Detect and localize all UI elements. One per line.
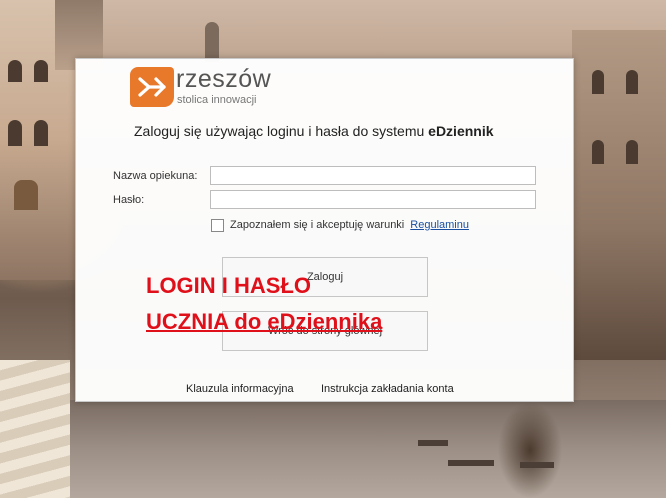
terms-checkbox[interactable] — [211, 219, 224, 232]
overlay-annotation-line1: LOGIN I HASŁO — [146, 273, 311, 298]
background-window — [592, 140, 604, 164]
background-window — [14, 180, 38, 210]
login-heading-system: eDziennik — [428, 123, 494, 139]
background-umbrella — [0, 360, 70, 498]
rzeszow-logo-icon — [130, 67, 174, 107]
guardian-name-label: Nazwa opiekuna: — [113, 170, 198, 182]
overlay-annotation-line2: UCZNIA do eDziennika — [146, 309, 383, 334]
background-spire — [205, 22, 219, 62]
login-heading-text: Zaloguj się używając loginu i hasła do s… — [134, 123, 429, 139]
background-window — [592, 70, 604, 94]
logo-name: rzeszów — [176, 65, 272, 93]
terms-link[interactable]: Regulaminu — [410, 219, 469, 231]
password-input[interactable] — [210, 190, 536, 209]
background-window — [626, 70, 638, 94]
login-dialog: rzeszów stolica innowacji Zaloguj się uż… — [75, 58, 574, 402]
rzeszow-logo: rzeszów stolica innowacji — [130, 65, 290, 111]
background-bench — [520, 462, 554, 468]
background-window — [34, 120, 48, 146]
background-building-right — [572, 30, 666, 360]
background-bench — [418, 440, 448, 446]
terms-label: Zapoznałem się i akceptuję warunki — [230, 219, 405, 231]
privacy-clause-link[interactable]: Klauzula informacyjna — [186, 383, 294, 395]
terms-row: Zapoznałem się i akceptuję warunki Regula… — [230, 219, 469, 231]
guardian-name-input[interactable] — [210, 166, 536, 185]
background-bench — [448, 460, 494, 466]
background-tree — [490, 400, 570, 498]
background-window — [34, 60, 48, 82]
background-window — [626, 140, 638, 164]
password-label: Hasło: — [113, 194, 145, 206]
account-instructions-link[interactable]: Instrukcja zakładania konta — [321, 383, 454, 395]
background-window — [8, 120, 22, 146]
logo-tagline: stolica innowacji — [177, 94, 257, 106]
login-heading: Zaloguj się używając loginu i hasła do s… — [134, 123, 534, 139]
background-window — [8, 60, 22, 82]
